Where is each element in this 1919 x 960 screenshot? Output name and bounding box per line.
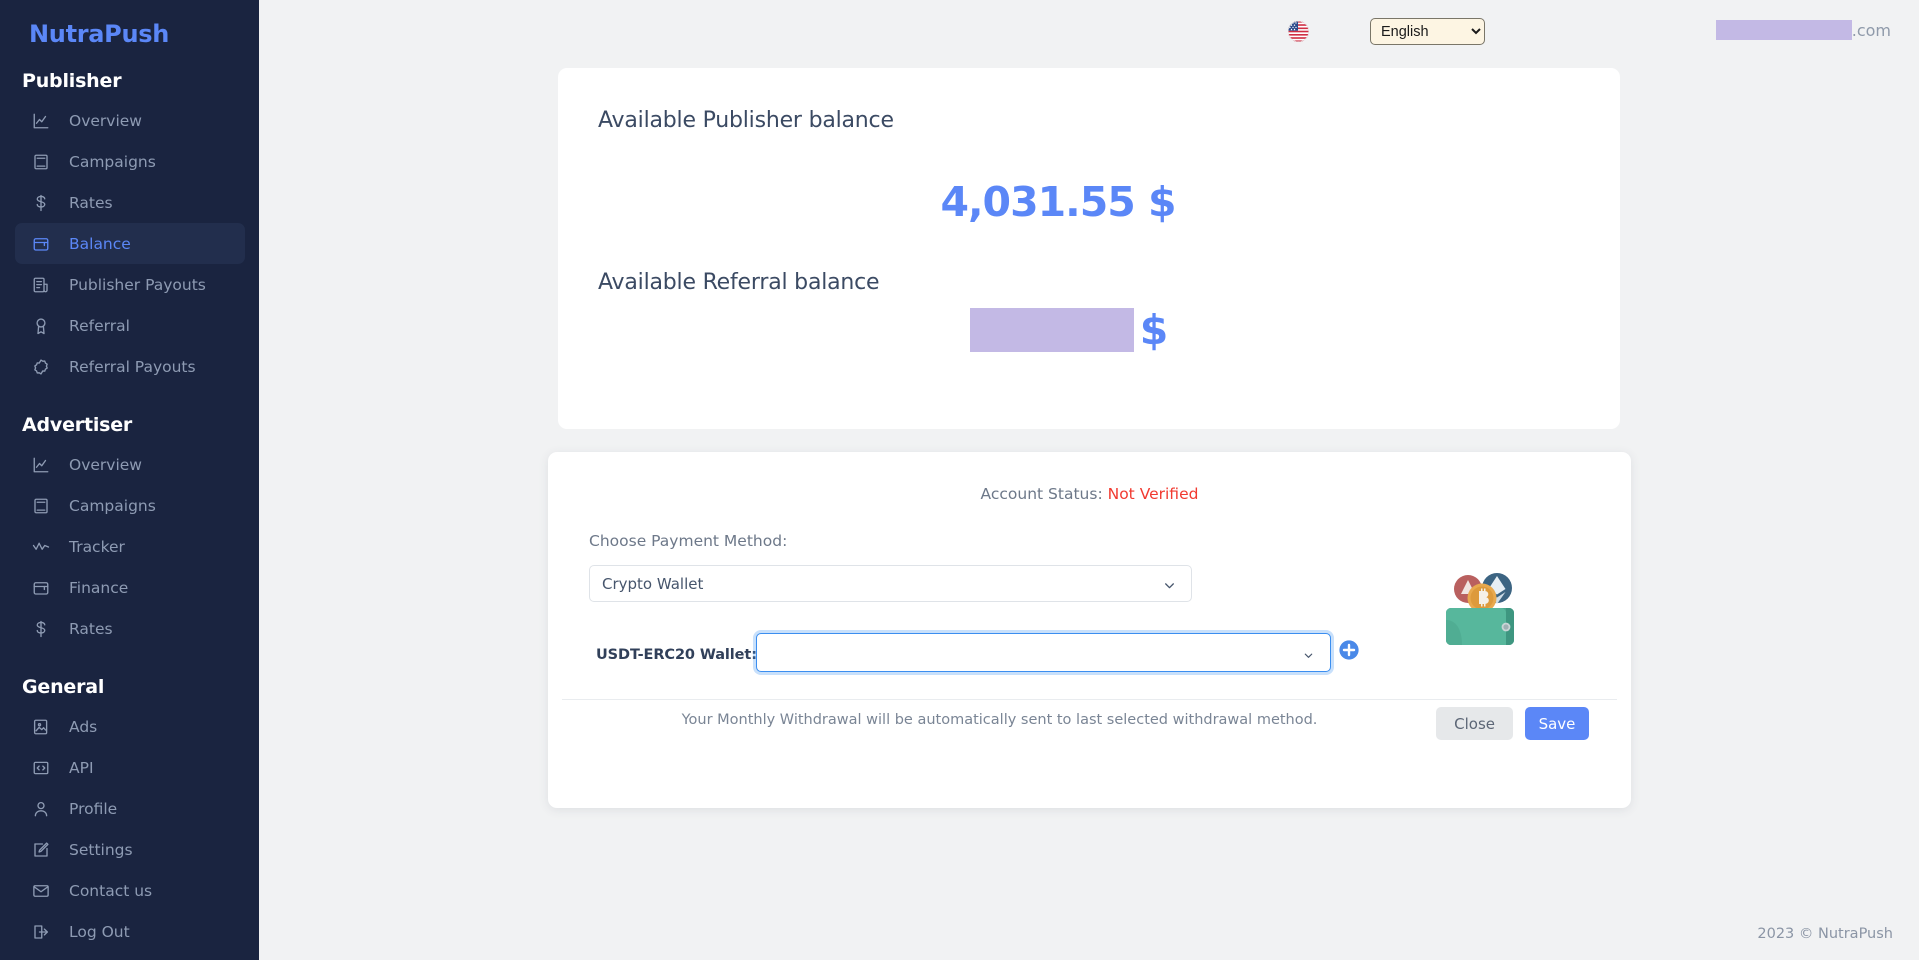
close-button[interactable]: Close <box>1436 707 1513 740</box>
sidebar: NutraPush Publisher Overview Campaigns R… <box>0 0 259 960</box>
sidebar-item-publisher-overview[interactable]: Overview <box>15 100 245 141</box>
logout-icon <box>31 922 51 942</box>
save-button[interactable]: Save <box>1525 707 1589 740</box>
sidebar-item-label: Ads <box>69 718 97 736</box>
account-domain: .com <box>1716 20 1891 40</box>
redacted-account-name <box>1716 20 1852 40</box>
wallet-select[interactable] <box>756 633 1331 672</box>
sidebar-item-settings[interactable]: Settings <box>15 829 245 870</box>
account-status-label: Account Status: <box>981 485 1103 503</box>
sidebar-item-api[interactable]: API <box>15 747 245 788</box>
wallet-label: USDT-ERC20 Wallet: <box>596 647 757 663</box>
sidebar-item-advertiser-overview[interactable]: Overview <box>15 444 245 485</box>
referral-balance-label: Available Referral balance <box>598 270 879 295</box>
sidebar-item-advertiser-campaigns[interactable]: Campaigns <box>15 485 245 526</box>
badge-circle-icon <box>31 357 51 377</box>
footer-copyright: 2023 © NutraPush <box>1757 926 1893 942</box>
campaign-book-icon <box>31 496 51 516</box>
wallet-icon <box>31 234 51 254</box>
payout-list-icon <box>31 275 51 295</box>
sidebar-item-publisher-referral[interactable]: Referral <box>15 305 245 346</box>
sidebar-item-label: Rates <box>69 620 113 638</box>
dollar-icon <box>31 193 51 213</box>
image-icon <box>31 717 51 737</box>
sidebar-item-label: API <box>69 759 94 777</box>
sidebar-item-advertiser-finance[interactable]: Finance <box>15 567 245 608</box>
sidebar-item-label: Log Out <box>69 923 130 941</box>
sidebar-item-label: Finance <box>69 579 128 597</box>
sidebar-section-publisher: Publisher <box>0 70 259 92</box>
sidebar-item-label: Tracker <box>69 538 125 556</box>
sidebar-item-log-out[interactable]: Log Out <box>15 911 245 952</box>
sidebar-item-label: Publisher Payouts <box>69 276 206 294</box>
sidebar-item-label: Rates <box>69 194 113 212</box>
sidebar-item-label: Contact us <box>69 882 152 900</box>
sidebar-nav-publisher: Overview Campaigns Rates Balance Publish… <box>0 100 259 387</box>
sidebar-item-label: Profile <box>69 800 117 818</box>
sidebar-nav-general: Ads API Profile Settings Contact us <box>0 706 259 952</box>
edit-pencil-icon <box>31 840 51 860</box>
account-domain-suffix: .com <box>1852 21 1891 40</box>
sidebar-item-contact-us[interactable]: Contact us <box>15 870 245 911</box>
sidebar-item-profile[interactable]: Profile <box>15 788 245 829</box>
sidebar-item-publisher-payouts[interactable]: Publisher Payouts <box>15 264 245 305</box>
chart-line-icon <box>31 455 51 475</box>
sidebar-item-publisher-balance[interactable]: Balance <box>15 223 245 264</box>
sidebar-section-general: General <box>0 676 259 698</box>
language-select[interactable]: English <box>1370 18 1485 45</box>
sidebar-item-label: Referral <box>69 317 130 335</box>
publisher-balance-value: 4,031.55 $ <box>558 178 1620 226</box>
redacted-referral-amount <box>970 308 1134 352</box>
publisher-balance-label: Available Publisher balance <box>598 108 894 133</box>
user-icon <box>31 799 51 819</box>
payment-method-select[interactable]: Crypto Wallet <box>589 565 1192 602</box>
top-header: English .com <box>259 0 1919 60</box>
activity-icon <box>31 537 51 557</box>
wallet-icon <box>31 578 51 598</box>
crypto-wallet-illustration <box>1435 558 1527 650</box>
code-icon <box>31 758 51 778</box>
sidebar-item-advertiser-tracker[interactable]: Tracker <box>15 526 245 567</box>
sidebar-item-label: Settings <box>69 841 133 859</box>
sidebar-item-label: Overview <box>69 112 142 130</box>
sidebar-item-publisher-campaigns[interactable]: Campaigns <box>15 141 245 182</box>
referral-balance-value: $ <box>558 308 1620 352</box>
account-status: Account Status: Not Verified <box>548 485 1631 503</box>
dollar-icon <box>31 619 51 639</box>
divider <box>562 699 1617 700</box>
card-actions: Close Save <box>1436 707 1589 740</box>
payment-method-label: Choose Payment Method: <box>589 532 787 550</box>
referral-currency-symbol: $ <box>1140 308 1169 352</box>
sidebar-item-label: Campaigns <box>69 153 156 171</box>
campaign-book-icon <box>31 152 51 172</box>
status-badge: Not Verified <box>1108 485 1199 503</box>
sidebar-item-ads[interactable]: Ads <box>15 706 245 747</box>
brand-logo[interactable]: NutraPush <box>0 0 259 48</box>
sidebar-section-advertiser: Advertiser <box>0 414 259 436</box>
balance-card: Available Publisher balance 4,031.55 $ A… <box>558 68 1620 429</box>
sidebar-item-publisher-referral-payouts[interactable]: Referral Payouts <box>15 346 245 387</box>
sidebar-item-label: Campaigns <box>69 497 156 515</box>
sidebar-item-label: Referral Payouts <box>69 358 196 376</box>
sidebar-nav-advertiser: Overview Campaigns Tracker Finance Rates <box>0 444 259 649</box>
plus-circle-icon[interactable] <box>1338 639 1360 661</box>
sidebar-item-label: Overview <box>69 456 142 474</box>
sidebar-item-label: Balance <box>69 235 131 253</box>
sidebar-item-publisher-rates[interactable]: Rates <box>15 182 245 223</box>
mail-icon <box>31 881 51 901</box>
sidebar-item-advertiser-rates[interactable]: Rates <box>15 608 245 649</box>
us-flag-icon <box>1288 21 1309 42</box>
award-icon <box>31 316 51 336</box>
chart-line-icon <box>31 111 51 131</box>
